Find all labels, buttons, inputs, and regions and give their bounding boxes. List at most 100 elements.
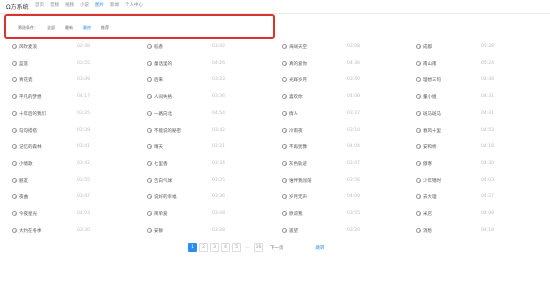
track-name[interactable]: 灰色轨迹 — [289, 161, 307, 167]
play-icon[interactable] — [416, 160, 421, 166]
track-name[interactable]: 告白气球 — [154, 178, 172, 184]
list-item[interactable]: 七里香 03:34 — [147, 158, 267, 170]
list-item[interactable]: 喜欢你 04:00 — [282, 91, 402, 103]
track-name[interactable]: 记忆的森林 — [19, 144, 42, 150]
play-icon[interactable] — [282, 77, 287, 83]
play-icon[interactable] — [416, 60, 421, 66]
track-name[interactable]: 十年后的我们 — [19, 111, 46, 117]
list-item[interactable]: 去大理 04:27 — [416, 191, 536, 203]
list-item[interactable]: 情人 03:37 — [282, 108, 402, 120]
filter-option[interactable]: 最新 — [65, 25, 73, 31]
track-name[interactable]: 青花瓷 — [19, 77, 33, 83]
track-name[interactable]: 南山南 — [423, 61, 437, 67]
play-icon[interactable] — [147, 160, 152, 166]
track-name[interactable]: 晴天 — [154, 144, 163, 150]
track-name[interactable]: 遥望 — [289, 228, 298, 234]
page-button-last[interactable]: 16 — [254, 243, 263, 252]
list-item[interactable]: 少年锦时 04:03 — [416, 175, 536, 187]
list-item[interactable]: 童话里的 04:26 — [147, 58, 267, 70]
track-name[interactable]: 谁伴我闯荡 — [289, 178, 312, 184]
list-item[interactable]: 灰色轨迹 03:47 — [282, 158, 402, 170]
filter-option[interactable]: 最热 — [83, 25, 91, 31]
track-name[interactable]: 海阔天空 — [289, 44, 307, 50]
list-item[interactable]: 春风十里 04:53 — [416, 125, 536, 137]
list-item[interactable]: 冷雨夜 03:10 — [282, 125, 402, 137]
track-name[interactable]: 稻香 — [154, 44, 163, 50]
track-name[interactable]: 童话里的 — [154, 61, 172, 67]
play-icon[interactable] — [282, 44, 287, 49]
jump-page-button[interactable]: 跳转 — [316, 245, 325, 251]
track-name[interactable]: 傲寒 — [423, 161, 432, 167]
next-page-button[interactable]: 下一页 — [270, 245, 284, 251]
track-name[interactable]: 光辉岁月 — [289, 77, 307, 83]
list-item[interactable]: 晴天 03:21 — [147, 141, 267, 153]
list-item[interactable]: 斑马斑马 04:31 — [416, 108, 536, 120]
list-item[interactable]: 小情歌 03:42 — [12, 158, 132, 170]
play-icon[interactable] — [282, 60, 287, 66]
list-item[interactable]: 青花瓷 03:49 — [12, 74, 132, 86]
play-icon[interactable] — [12, 227, 17, 233]
list-item[interactable]: 岁月无声 04:09 — [282, 191, 402, 203]
track-name[interactable]: 勾勾搭搭 — [19, 128, 37, 134]
list-item[interactable]: 遥望 03:20 — [282, 225, 402, 237]
page-button[interactable]: 1 — [188, 243, 197, 252]
play-icon[interactable] — [147, 194, 152, 200]
track-name[interactable]: 七里香 — [154, 161, 168, 167]
track-name[interactable]: 风吹麦浪 — [19, 44, 37, 50]
list-item[interactable]: 安和桥 04:18 — [416, 141, 536, 153]
play-icon[interactable] — [12, 110, 17, 116]
filter-option[interactable]: 全部 — [47, 25, 55, 31]
list-item[interactable]: 蓝莲 03:55 — [12, 58, 132, 70]
list-item[interactable]: 告白气球 03:35 — [147, 175, 267, 187]
list-item[interactable]: 平凡的梦想 04:17 — [12, 91, 132, 103]
list-item[interactable]: 今夜星光 04:03 — [12, 208, 132, 220]
list-item[interactable]: 不再犹豫 04:04 — [282, 141, 402, 153]
nav-item[interactable]: 小说 — [80, 2, 89, 8]
track-name[interactable]: 原谅我 — [289, 211, 303, 217]
track-name[interactable]: 消愁 — [423, 228, 432, 234]
play-icon[interactable] — [282, 227, 287, 233]
track-name[interactable]: 安和桥 — [423, 144, 437, 150]
play-icon[interactable] — [12, 127, 17, 133]
track-name[interactable]: 斑马斑马 — [423, 111, 441, 117]
play-icon[interactable] — [12, 94, 17, 100]
play-icon[interactable] — [147, 177, 152, 183]
nav-item[interactable]: 个人中心 — [125, 2, 143, 8]
play-icon[interactable] — [282, 94, 287, 100]
track-name[interactable]: 朋友 — [19, 178, 28, 184]
nav-item[interactable]: 新闻 — [110, 2, 119, 8]
list-item[interactable]: 傲寒 04:30 — [416, 158, 536, 170]
play-icon[interactable] — [416, 127, 421, 133]
page-button[interactable]: 3 — [210, 243, 219, 252]
track-name[interactable]: 安静 — [154, 228, 163, 234]
play-icon[interactable] — [416, 227, 421, 233]
play-icon[interactable] — [282, 177, 287, 183]
play-icon[interactable] — [416, 44, 421, 49]
page-button[interactable]: 4 — [221, 243, 230, 252]
nav-item[interactable]: 图片 — [95, 2, 104, 8]
play-icon[interactable] — [12, 60, 17, 66]
filter-option[interactable]: 推荐 — [101, 25, 109, 31]
play-icon[interactable] — [416, 110, 421, 116]
track-name[interactable]: 真的爱你 — [289, 61, 307, 67]
track-name[interactable]: 理想三旬 — [423, 77, 441, 83]
list-item[interactable]: 大约在冬季 03:30 — [12, 225, 132, 237]
page-button[interactable]: 5 — [232, 243, 241, 252]
list-item[interactable]: 记忆的森林 03:41 — [12, 141, 132, 153]
list-item[interactable]: 稻香 03:42 — [147, 41, 267, 53]
track-name[interactable]: 岁月无声 — [289, 194, 307, 200]
play-icon[interactable] — [12, 194, 17, 200]
track-name[interactable]: 一路向北 — [154, 111, 172, 117]
play-icon[interactable] — [147, 77, 152, 83]
list-item[interactable]: 原谅我 03:55 — [282, 208, 402, 220]
play-icon[interactable] — [12, 144, 17, 150]
play-icon[interactable] — [282, 127, 287, 133]
track-name[interactable]: 后来 — [154, 77, 163, 83]
nav-item[interactable]: 音频 — [50, 2, 59, 8]
list-item[interactable]: 简单爱 03:48 — [147, 208, 267, 220]
play-icon[interactable] — [147, 227, 152, 233]
play-icon[interactable] — [147, 127, 152, 133]
track-name[interactable]: 不再犹豫 — [289, 144, 307, 150]
track-name[interactable]: 少年锦时 — [423, 178, 441, 184]
list-item[interactable]: 人间失格 03:36 — [147, 91, 267, 103]
